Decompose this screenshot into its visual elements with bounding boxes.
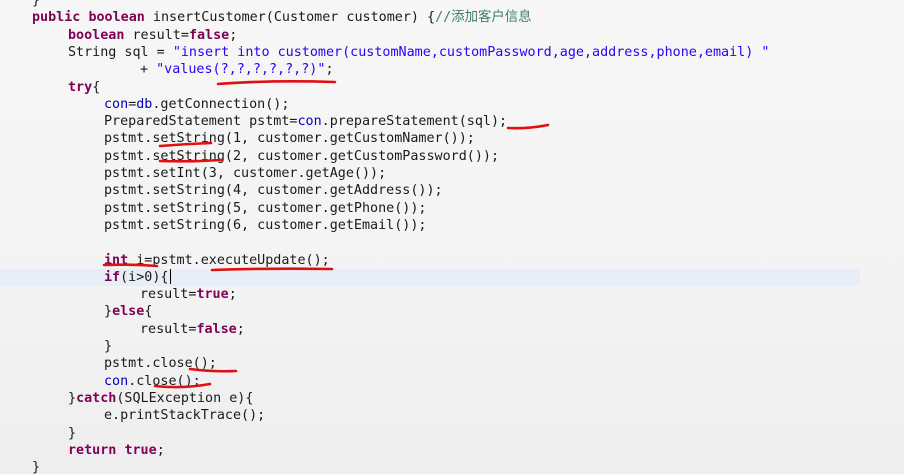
code-token: pstmt.setString(6, customer.getEmail()); bbox=[104, 217, 427, 233]
code-token: pstmt.close(); bbox=[104, 356, 217, 372]
code-token: db bbox=[136, 96, 153, 112]
code-string: "insert into customer(customName,customP… bbox=[172, 44, 770, 60]
code-string: "values(?,?,?,?,?,?)" bbox=[156, 62, 326, 78]
code-token: String sql = bbox=[68, 44, 173, 60]
code-token: result= bbox=[140, 287, 197, 303]
code-token: result= bbox=[140, 321, 197, 337]
code-keyword: try bbox=[68, 79, 93, 95]
code-keyword: if bbox=[104, 269, 121, 285]
code-keyword: false bbox=[188, 27, 230, 43]
code-token: ; bbox=[236, 321, 245, 337]
code-token: pstmt.setString(4, customer.getAddress()… bbox=[104, 183, 443, 199]
code-keyword: true bbox=[124, 442, 157, 458]
code-token: i=pstmt.executeUpdate(); bbox=[128, 252, 330, 268]
code-token: .close(); bbox=[128, 373, 201, 389]
code-token: ; bbox=[229, 27, 238, 43]
code-token: (SQLException e){ bbox=[116, 390, 254, 406]
text-caret bbox=[169, 269, 171, 285]
code-token: .getConnection(); bbox=[152, 96, 290, 112]
code-token: (i>0){ bbox=[120, 269, 169, 285]
code-token: pstmt.setInt(3, customer.getAge()); bbox=[104, 166, 387, 181]
code-token: pstmt.setString(2, customer.getCustomPas… bbox=[104, 148, 500, 164]
code-keyword: boolean bbox=[88, 10, 145, 26]
code-token: } bbox=[68, 425, 77, 441]
code-token: pstmt.setString(1, customer.getCustomNam… bbox=[104, 131, 475, 147]
code-keyword: else bbox=[112, 304, 145, 320]
code-token: insertCustomer(Customer customer) { bbox=[144, 10, 436, 26]
code-editor[interactable]: } public boolean insertCustomer(Customer … bbox=[0, 0, 904, 474]
code-token: } bbox=[68, 390, 77, 406]
code-token: result= bbox=[124, 27, 189, 43]
code-keyword: return bbox=[68, 442, 117, 458]
code-token: } bbox=[104, 339, 113, 354]
code-token: } bbox=[32, 0, 41, 8]
code-token: ; bbox=[228, 287, 237, 303]
code-token: pstmt.setString(5, customer.getPhone()); bbox=[104, 200, 427, 216]
code-keyword: false bbox=[196, 321, 237, 337]
code-token: e.printStackTrace(); bbox=[104, 408, 266, 424]
code-token: con bbox=[297, 114, 322, 130]
code-token: { bbox=[144, 304, 153, 320]
code-token: PreparedStatement pstmt= bbox=[104, 114, 298, 130]
code-token: { bbox=[92, 79, 101, 95]
code-keyword: boolean bbox=[68, 27, 125, 43]
code-token: + bbox=[140, 62, 157, 78]
code-token: con bbox=[104, 373, 129, 389]
code-line[interactable]: if(i>0){ bbox=[0, 268, 860, 286]
code-token: .prepareStatement(sql); bbox=[321, 114, 508, 130]
code-token: } bbox=[104, 304, 113, 320]
code-token: con bbox=[104, 96, 129, 112]
code-token: } bbox=[32, 460, 41, 474]
code-keyword: true bbox=[196, 287, 229, 303]
code-keyword: public bbox=[32, 10, 81, 26]
code-keyword: int bbox=[104, 252, 129, 268]
code-token: ; bbox=[156, 442, 165, 458]
red-underline-stroke bbox=[506, 123, 550, 130]
red-underline-stroke bbox=[216, 80, 337, 86]
code-keyword: catch bbox=[76, 390, 117, 406]
code-comment: //添加客户信息 bbox=[435, 10, 532, 26]
code-token: ; bbox=[325, 62, 334, 78]
